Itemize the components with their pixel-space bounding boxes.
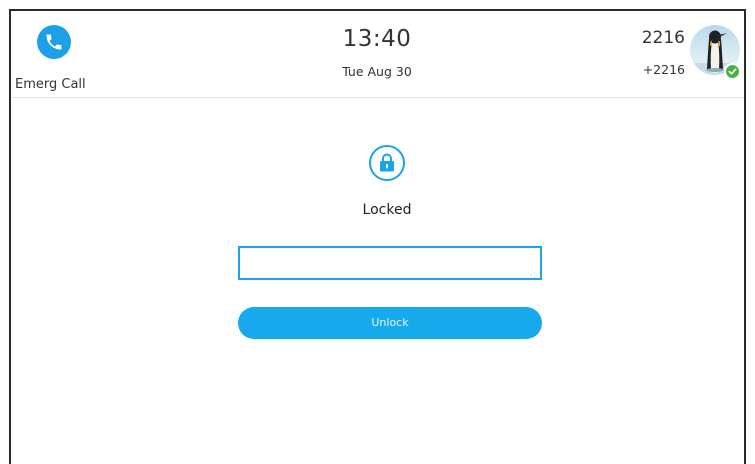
online-status-icon	[724, 63, 741, 80]
account-extension: +2216	[642, 62, 685, 77]
phone-icon	[37, 25, 71, 59]
account-number: 2216	[641, 28, 685, 48]
lock-icon	[369, 145, 405, 181]
password-field[interactable]	[238, 246, 542, 280]
clock-date: Tue Aug 30	[342, 64, 412, 79]
phone-screen: Emerg Call 13:40 Tue Aug 30 2216 +2216 L…	[9, 9, 746, 464]
emergency-call-button[interactable]: Emerg Call	[15, 19, 87, 95]
lock-screen: Locked Unlock	[11, 98, 744, 464]
status-bar: Emerg Call 13:40 Tue Aug 30 2216 +2216	[11, 11, 744, 98]
clock-time: 13:40	[342, 26, 412, 52]
locked-status-label: Locked	[362, 202, 412, 218]
unlock-button[interactable]: Unlock	[238, 307, 542, 339]
emergency-call-label: Emerg Call	[15, 77, 86, 92]
